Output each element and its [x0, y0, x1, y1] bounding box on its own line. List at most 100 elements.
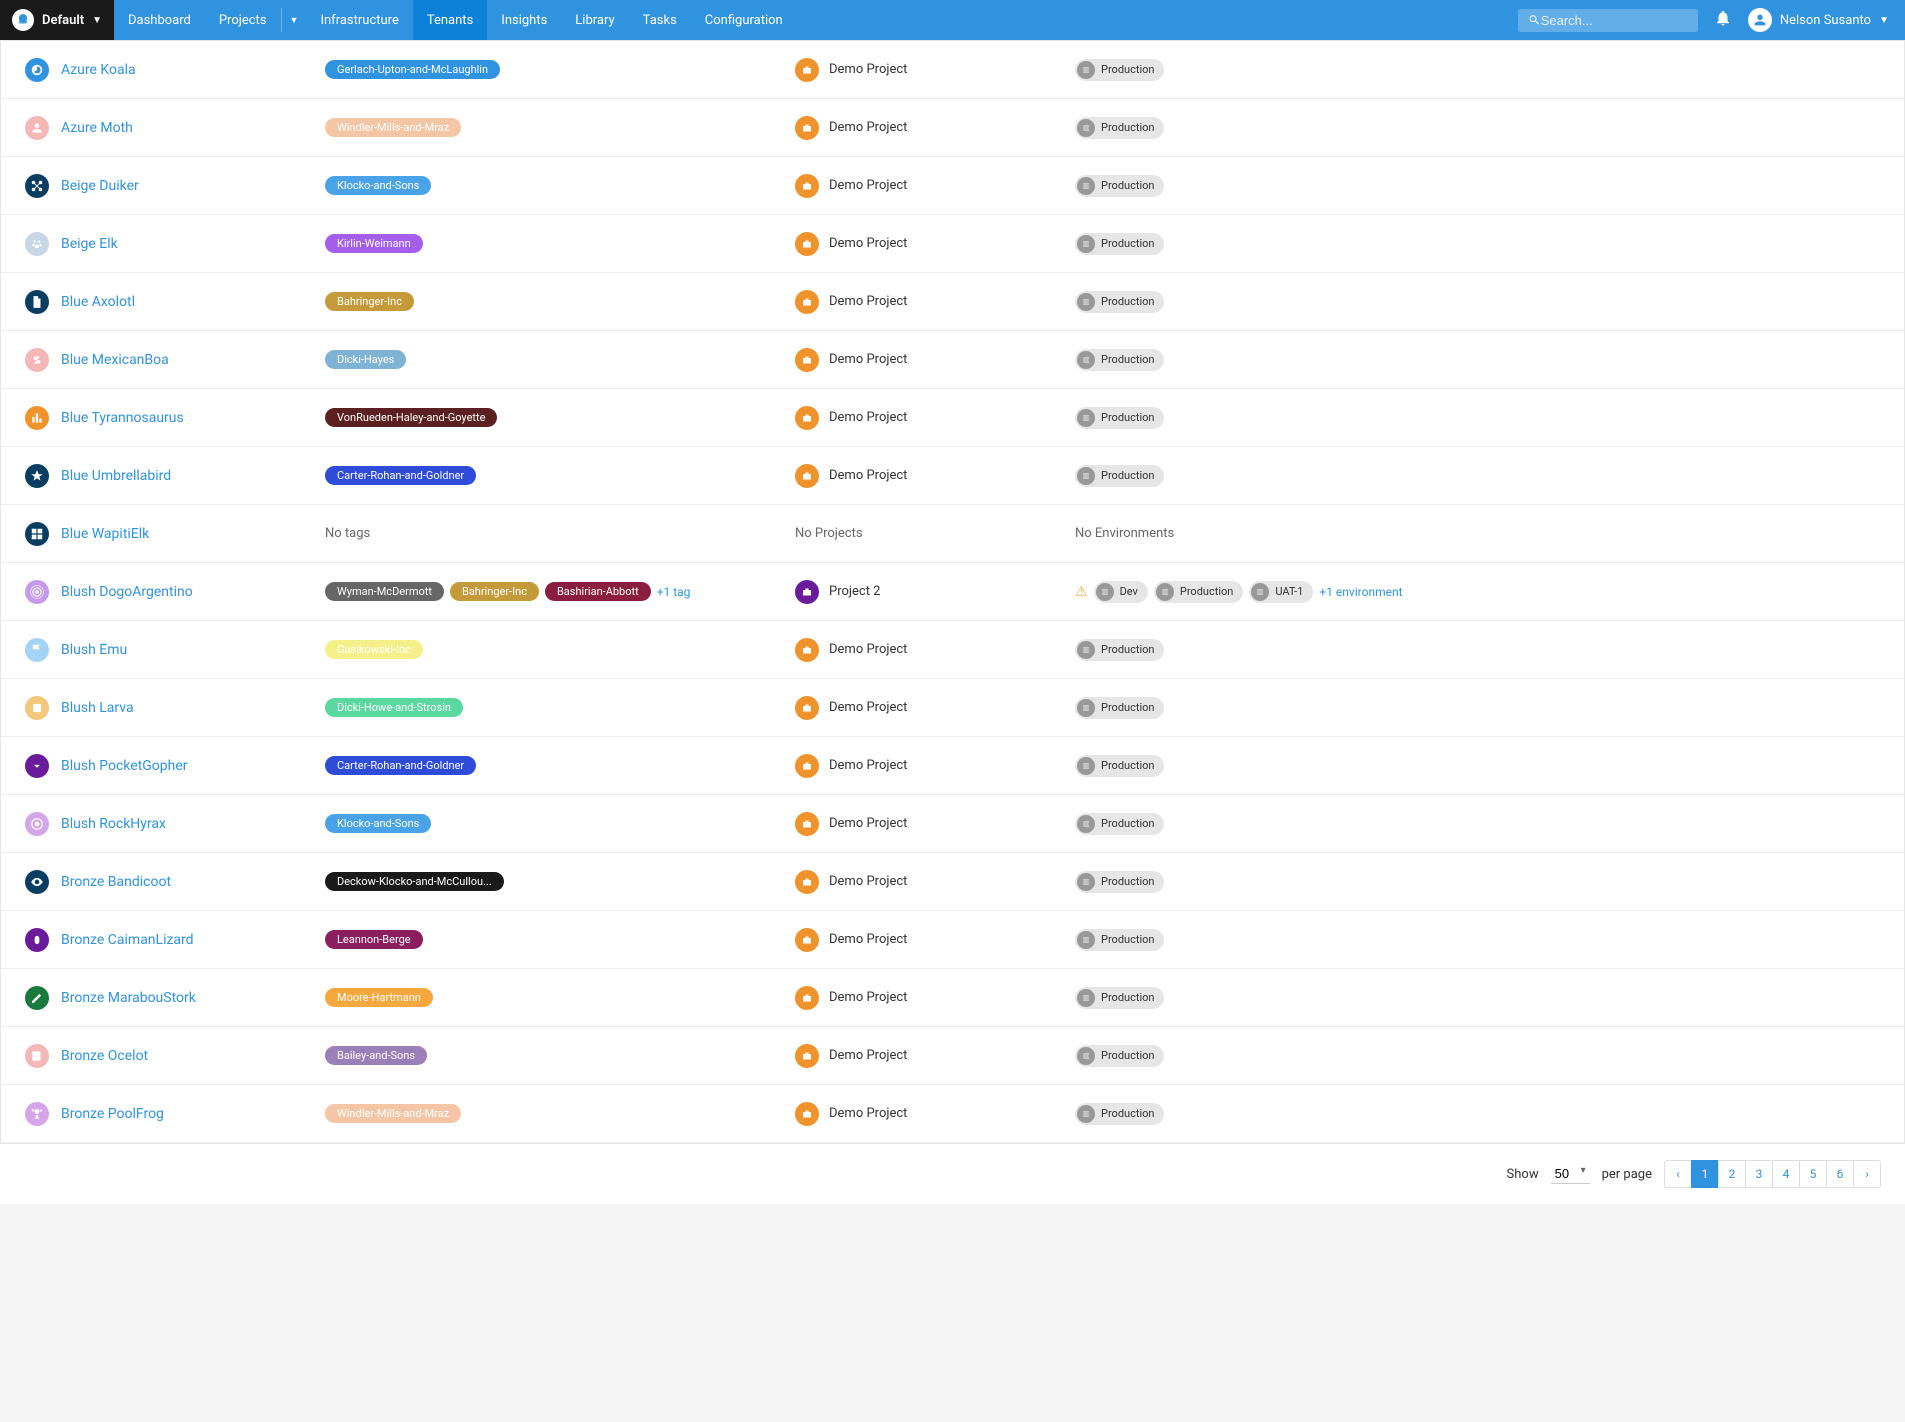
table-row: Azure MothWindler-Mills-and-MrazDemo Pro… — [1, 99, 1904, 157]
caret-down-icon: ▼ — [92, 15, 102, 26]
tenant-link[interactable]: Blush DogoArgentino — [61, 584, 193, 600]
env-chip[interactable]: Dev — [1094, 581, 1148, 603]
tag-chip[interactable]: Klocko-and-Sons — [325, 814, 431, 833]
page-button-6[interactable]: 6 — [1826, 1160, 1854, 1188]
env-chip[interactable]: Production — [1154, 581, 1243, 603]
page-button-4[interactable]: 4 — [1772, 1160, 1800, 1188]
tag-chip[interactable]: Windler-Mills-and-Mraz — [325, 1104, 461, 1123]
env-chip[interactable]: UAT-1 — [1249, 581, 1313, 603]
nav-projects[interactable]: Projects — [205, 0, 281, 40]
tag-chip[interactable]: Dicki-Hayes — [325, 350, 406, 369]
user-avatar-icon — [1748, 8, 1772, 32]
env-chip[interactable]: Production — [1075, 59, 1164, 81]
tenant-icon — [25, 580, 49, 604]
project-icon — [795, 928, 819, 952]
tag-chip[interactable]: Wyman-McDermott — [325, 582, 444, 601]
tenant-link[interactable]: Blue Axolotl — [61, 294, 135, 310]
env-chip[interactable]: Production — [1075, 407, 1164, 429]
env-chip[interactable]: Production — [1075, 175, 1164, 197]
notifications-icon[interactable] — [1714, 9, 1732, 31]
env-chip-label: Production — [1101, 991, 1154, 1004]
env-chip[interactable]: Production — [1075, 349, 1164, 371]
tag-chip[interactable]: Dicki-Howe-and-Strosin — [325, 698, 463, 717]
nav-tenants[interactable]: Tenants — [413, 0, 487, 40]
project-icon — [795, 638, 819, 662]
env-chip[interactable]: Production — [1075, 871, 1164, 893]
env-chip[interactable]: Production — [1075, 639, 1164, 661]
env-chip[interactable]: Production — [1075, 233, 1164, 255]
tag-chip[interactable]: Carter-Rohan-and-Goldner — [325, 466, 476, 485]
env-chip-icon — [1077, 119, 1095, 137]
tenant-link[interactable]: Blush RockHyrax — [61, 816, 166, 832]
tag-chip[interactable]: VonRueden-Haley-and-Goyette — [325, 408, 497, 427]
tenant-link[interactable]: Bronze Bandicoot — [61, 874, 171, 890]
page-prev-button[interactable]: ‹ — [1664, 1160, 1692, 1188]
page-next-button[interactable]: › — [1853, 1160, 1881, 1188]
tenant-link[interactable]: Blue Umbrellabird — [61, 468, 171, 484]
env-chip[interactable]: Production — [1075, 697, 1164, 719]
search-box[interactable] — [1518, 9, 1698, 32]
env-chip[interactable]: Production — [1075, 987, 1164, 1009]
tag-chip[interactable]: Gerlach-Upton-and-McLaughlin — [325, 60, 500, 79]
tag-chip[interactable]: Klocko-and-Sons — [325, 176, 431, 195]
env-chip-icon — [1077, 699, 1095, 717]
space-selector[interactable]: Default ▼ — [0, 0, 114, 40]
tag-chip[interactable]: Bashirian-Abbott — [545, 582, 651, 601]
tenant-link[interactable]: Blue WapitiElk — [61, 526, 149, 542]
env-chip[interactable]: Production — [1075, 1045, 1164, 1067]
env-chip-icon — [1077, 757, 1095, 775]
tenant-link[interactable]: Azure Koala — [61, 62, 136, 78]
envs-more-link[interactable]: +1 environment — [1319, 585, 1402, 599]
tenant-link[interactable]: Blush PocketGopher — [61, 758, 188, 774]
nav-insights[interactable]: Insights — [487, 0, 561, 40]
tenant-link[interactable]: Bronze MarabouStork — [61, 990, 196, 1006]
tag-chip[interactable]: Windler-Mills-and-Mraz — [325, 118, 461, 137]
page-button-5[interactable]: 5 — [1799, 1160, 1827, 1188]
nav-infrastructure[interactable]: Infrastructure — [306, 0, 412, 40]
tenant-link[interactable]: Blush Larva — [61, 700, 134, 716]
tag-chip[interactable]: Leannon-Berge — [325, 930, 423, 949]
main-nav: DashboardProjects▼InfrastructureTenantsI… — [114, 0, 797, 40]
page-size-select[interactable]: 50 — [1551, 1164, 1590, 1184]
no-tags-text: No tags — [325, 526, 370, 541]
env-chip[interactable]: Production — [1075, 291, 1164, 313]
env-chip[interactable]: Production — [1075, 755, 1164, 777]
page-button-3[interactable]: 3 — [1745, 1160, 1773, 1188]
env-chip[interactable]: Production — [1075, 813, 1164, 835]
tenant-link[interactable]: Bronze Ocelot — [61, 1048, 148, 1064]
tenant-link[interactable]: Blue MexicanBoa — [61, 352, 169, 368]
nav-configuration[interactable]: Configuration — [691, 0, 797, 40]
nav-library[interactable]: Library — [561, 0, 628, 40]
env-chip[interactable]: Production — [1075, 1103, 1164, 1125]
project-icon — [795, 174, 819, 198]
search-input[interactable] — [1541, 13, 1688, 28]
page-button-2[interactable]: 2 — [1718, 1160, 1746, 1188]
nav-tasks[interactable]: Tasks — [629, 0, 691, 40]
env-chip[interactable]: Production — [1075, 117, 1164, 139]
tenant-link[interactable]: Beige Elk — [61, 236, 118, 252]
tag-chip[interactable]: Bailey-and-Sons — [325, 1046, 427, 1065]
tenant-link[interactable]: Bronze CaimanLizard — [61, 932, 194, 948]
user-menu[interactable]: Nelson Susanto ▼ — [1748, 8, 1889, 32]
tenant-link[interactable]: Azure Moth — [61, 120, 133, 136]
tag-chip[interactable]: Moore-Hartmann — [325, 988, 433, 1007]
tag-chip[interactable]: Deckow-Klocko-and-McCullou... — [325, 872, 504, 891]
project-name: Project 2 — [829, 584, 881, 599]
env-chip[interactable]: Production — [1075, 465, 1164, 487]
nav-dashboard[interactable]: Dashboard — [114, 0, 205, 40]
tenant-link[interactable]: Blush Emu — [61, 642, 127, 658]
tenant-link[interactable]: Beige Duiker — [61, 178, 139, 194]
projects-dropdown-icon[interactable]: ▼ — [282, 0, 307, 40]
env-chip[interactable]: Production — [1075, 929, 1164, 951]
tag-chip[interactable]: Carter-Rohan-and-Goldner — [325, 756, 476, 775]
tag-chip[interactable]: Bahringer-Inc — [325, 292, 414, 311]
tags-more-link[interactable]: +1 tag — [657, 585, 691, 599]
tenant-link[interactable]: Blue Tyrannosaurus — [61, 410, 184, 426]
page-button-1[interactable]: 1 — [1691, 1160, 1719, 1188]
tenant-link[interactable]: Bronze PoolFrog — [61, 1106, 164, 1122]
env-chip-label: Production — [1101, 875, 1154, 888]
project-icon — [795, 116, 819, 140]
tag-chip[interactable]: Bahringer-Inc — [450, 582, 539, 601]
tag-chip[interactable]: Gusikowski-Inc — [325, 640, 423, 659]
tag-chip[interactable]: Kirlin-Weimann — [325, 234, 423, 253]
